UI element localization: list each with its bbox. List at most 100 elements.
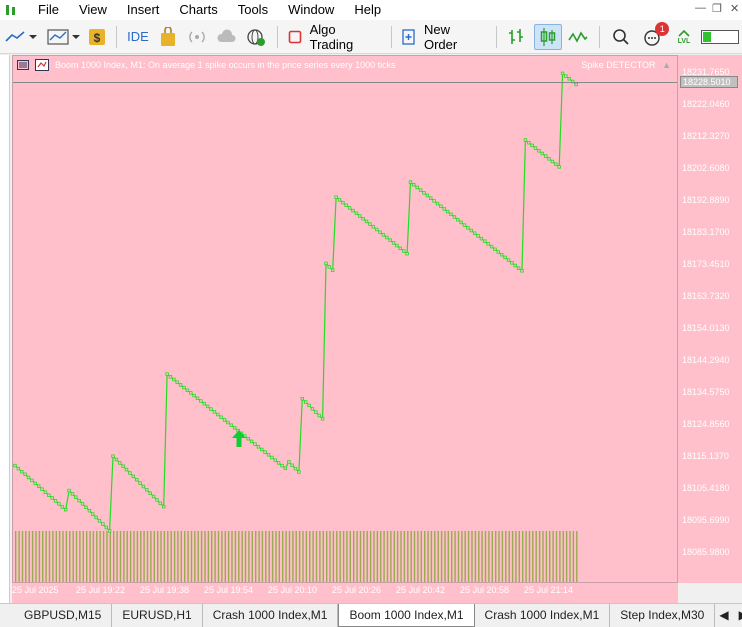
volume-bar (474, 531, 477, 582)
vps-globe-icon[interactable] (243, 24, 269, 50)
level-icon[interactable]: LVL (671, 24, 697, 50)
volume-bar (173, 531, 176, 582)
price-point (94, 515, 98, 520)
volume-bar (62, 531, 64, 582)
price-point (263, 450, 267, 454)
chart-line-dropdown-icon[interactable] (2, 24, 39, 50)
price-point (513, 263, 517, 268)
price-point (337, 198, 342, 202)
notifications-icon[interactable]: 1 (638, 21, 670, 50)
price-point (185, 388, 190, 392)
price-point (266, 453, 271, 457)
price-point (172, 377, 176, 382)
menu-help[interactable]: Help (344, 0, 391, 20)
price-point (425, 193, 430, 198)
price-point (276, 461, 281, 465)
toolbar-separator (276, 25, 278, 48)
volume-bar (410, 531, 412, 582)
volume-bar (200, 531, 203, 582)
volume-bar (180, 531, 182, 582)
time-axis-label: 25 Jul 19:54 (204, 585, 254, 595)
menu-insert[interactable]: Insert (117, 0, 170, 20)
algo-trading-stop-icon[interactable] (286, 24, 304, 50)
volume-bar (522, 531, 524, 582)
price-point (330, 268, 335, 272)
volume-bar (106, 531, 108, 582)
price-point (334, 195, 338, 199)
menu-file[interactable]: File (28, 0, 69, 20)
price-point (168, 375, 173, 379)
price-point (114, 457, 119, 462)
volume-bar (576, 531, 578, 582)
tab-step-index-m30[interactable]: Step Index,M30 (610, 604, 716, 627)
menu-view[interactable]: View (69, 0, 117, 20)
tab-scroll-left[interactable]: ◀ (715, 604, 732, 627)
signal-icon[interactable] (184, 24, 210, 50)
menu-tools[interactable]: Tools (228, 0, 278, 20)
price-point (554, 162, 558, 166)
price-point (121, 464, 125, 468)
line-chart-icon[interactable] (566, 24, 592, 50)
volume-bar (113, 531, 115, 582)
tab-scroll-right[interactable]: ▶ (733, 604, 742, 627)
price-point (283, 466, 288, 470)
time-axis[interactable]: 25 Jul 2025 25 Jul 19:22 25 Jul 19:38 25 Ju… (12, 583, 678, 603)
market-bag-icon[interactable] (155, 24, 181, 50)
indicator-icon[interactable] (35, 59, 49, 71)
price-point (341, 200, 345, 205)
menu-charts[interactable]: Charts (169, 0, 227, 20)
restore-icon[interactable]: ❐ (712, 2, 722, 15)
time-axis-label: 25 Jul 20:10 (268, 585, 318, 595)
volume-bar (407, 531, 409, 582)
chart-type-dropdown-icon[interactable] (43, 24, 82, 50)
price-point (33, 481, 37, 486)
price-point (523, 138, 528, 142)
menu-window[interactable]: Window (278, 0, 344, 20)
price-point (364, 219, 369, 224)
volume-bar (353, 531, 355, 582)
tab-gbpusd-m15[interactable]: GBPUSD,M15 (0, 604, 113, 627)
price-chart (13, 71, 578, 582)
price-point (544, 154, 548, 158)
volume-bar (525, 531, 527, 582)
chart-list-icon[interactable] (17, 60, 29, 70)
navigator-panel-edge[interactable] (0, 55, 10, 605)
ide-button[interactable]: IDE (123, 24, 153, 50)
close-icon[interactable]: ✕ (730, 2, 739, 15)
price-point (141, 484, 146, 489)
price-axis-label: 18085.9800 (682, 547, 730, 557)
time-axis-label: 25 Jul 19:22 (76, 585, 126, 595)
price-point (547, 157, 551, 161)
price-point (161, 504, 166, 509)
search-icon[interactable] (608, 24, 634, 50)
price-axis-label: 18095.6990 (682, 515, 730, 525)
bar-chart-icon[interactable] (505, 24, 531, 50)
toolbar-separator (116, 25, 118, 48)
cloud-icon[interactable] (214, 24, 240, 50)
price-axis-label: 18115.1370 (682, 451, 729, 461)
price-point (499, 252, 504, 257)
chart-area[interactable]: Boom 1000 Index, M1: On average 1 spike … (12, 55, 678, 583)
new-order-button[interactable]: New Order (420, 22, 490, 52)
volume-bar (48, 531, 51, 582)
minimize-icon[interactable]: ― (695, 2, 706, 14)
price-axis-label: 18183.1700 (682, 227, 730, 237)
volume-bar (15, 531, 17, 582)
tab-eurusd-h1[interactable]: EURUSD,H1 (112, 604, 203, 627)
candlestick-chart-icon[interactable] (534, 23, 562, 50)
price-point (445, 209, 450, 214)
tab-crash-1000-m1-2[interactable]: Crash 1000 Index,M1 (475, 604, 611, 627)
volume-bar (393, 531, 395, 582)
price-point (199, 399, 203, 403)
volume-bar (251, 531, 253, 582)
algo-trading-button[interactable]: Algo Trading (306, 22, 386, 52)
new-order-icon[interactable] (400, 24, 418, 50)
volume-bar (532, 531, 534, 582)
price-axis[interactable]: 18228.5010 18231.7650 18222.0460 18212.327… (678, 55, 742, 583)
price-point (57, 502, 61, 506)
price-point (128, 471, 132, 475)
tab-crash-1000-m1[interactable]: Crash 1000 Index,M1 (203, 604, 339, 627)
price-point (439, 204, 443, 208)
tab-boom-1000-m1[interactable]: Boom 1000 Index,M1 (338, 604, 475, 627)
dollar-icon[interactable]: $ (87, 24, 109, 50)
